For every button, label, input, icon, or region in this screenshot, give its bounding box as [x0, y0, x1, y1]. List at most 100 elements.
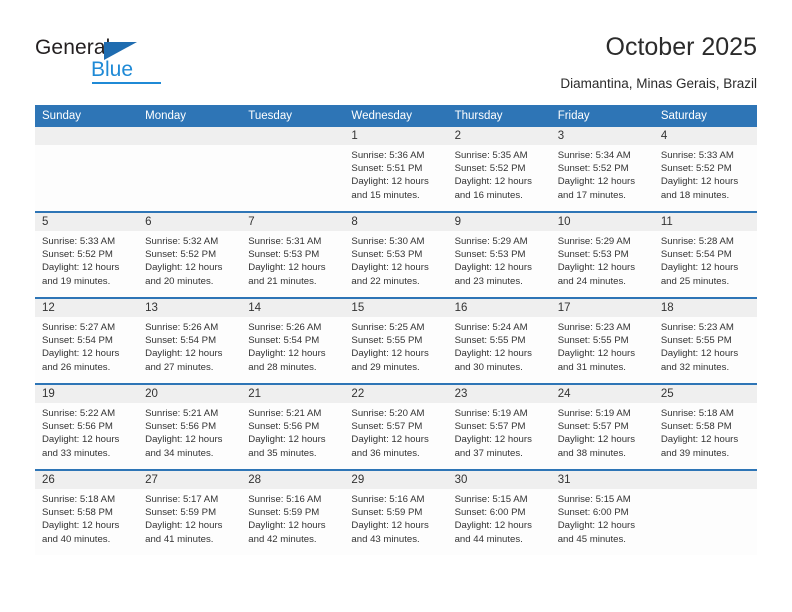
- day-cell[interactable]: 12 Sunrise: 5:27 AM Sunset: 5:54 PM Dayl…: [35, 297, 139, 384]
- day-cell[interactable]: 23 Sunrise: 5:19 AM Sunset: 5:57 PM Dayl…: [447, 383, 551, 470]
- day-info: Sunrise: 5:29 AM Sunset: 5:53 PM Dayligh…: [448, 231, 551, 288]
- day-number: 30: [447, 471, 551, 489]
- daylight-text-2: and 21 minutes.: [248, 275, 317, 287]
- daylight-text-2: and 45 minutes.: [557, 533, 626, 545]
- day-cell[interactable]: 25 Sunrise: 5:18 AM Sunset: 5:58 PM Dayl…: [653, 383, 757, 470]
- day-cell[interactable]: 9 Sunrise: 5:29 AM Sunset: 5:53 PM Dayli…: [447, 211, 551, 298]
- day-cell[interactable]: 17 Sunrise: 5:23 AM Sunset: 5:55 PM Dayl…: [550, 297, 654, 384]
- day-cell[interactable]: 26 Sunrise: 5:18 AM Sunset: 5:58 PM Dayl…: [35, 469, 139, 555]
- day-info: Sunrise: 5:21 AM Sunset: 5:56 PM Dayligh…: [241, 403, 344, 460]
- day-cell[interactable]: 16 Sunrise: 5:24 AM Sunset: 5:55 PM Dayl…: [447, 297, 551, 384]
- day-cell[interactable]: 4 Sunrise: 5:33 AM Sunset: 5:52 PM Dayli…: [653, 127, 757, 212]
- day-number: 2: [447, 127, 551, 145]
- day-cell[interactable]: 28 Sunrise: 5:16 AM Sunset: 5:59 PM Dayl…: [241, 469, 345, 555]
- day-number: 5: [35, 213, 139, 231]
- sunset-text: Sunset: 5:55 PM: [454, 335, 526, 347]
- day-cell[interactable]: 18 Sunrise: 5:23 AM Sunset: 5:55 PM Dayl…: [653, 297, 757, 384]
- sunset-text: Sunset: 6:00 PM: [557, 507, 629, 519]
- logo-general-blue[interactable]: General Blue: [35, 36, 205, 84]
- day-info: Sunrise: 5:16 AM Sunset: 5:59 PM Dayligh…: [241, 489, 344, 546]
- day-cell[interactable]: 14 Sunrise: 5:26 AM Sunset: 5:54 PM Dayl…: [241, 297, 345, 384]
- calendar-week-row: 19 Sunrise: 5:22 AM Sunset: 5:56 PM Dayl…: [35, 383, 757, 470]
- daylight-text-1: Daylight: 12 hours: [248, 520, 326, 532]
- sunset-text: Sunset: 5:52 PM: [557, 163, 629, 175]
- day-cell[interactable]: 2 Sunrise: 5:35 AM Sunset: 5:52 PM Dayli…: [447, 127, 551, 212]
- sunrise-text: Sunrise: 5:29 AM: [557, 236, 631, 247]
- daylight-text-2: and 34 minutes.: [145, 447, 214, 459]
- sunrise-text: Sunrise: 5:35 AM: [454, 150, 528, 161]
- day-number: [138, 127, 242, 145]
- daylight-text-1: Daylight: 12 hours: [557, 348, 636, 360]
- day-number: 23: [447, 385, 551, 403]
- daylight-text-2: and 33 minutes.: [42, 447, 111, 459]
- daylight-text-1: Daylight: 12 hours: [351, 434, 429, 446]
- daylight-text-1: Daylight: 12 hours: [248, 434, 326, 446]
- daylight-text-2: and 40 minutes.: [42, 533, 111, 545]
- daylight-text-1: Daylight: 12 hours: [660, 434, 739, 446]
- sunrise-text: Sunrise: 5:19 AM: [557, 408, 631, 419]
- day-number: 27: [138, 471, 242, 489]
- day-cell[interactable]: 19 Sunrise: 5:22 AM Sunset: 5:56 PM Dayl…: [35, 383, 139, 470]
- day-cell[interactable]: 11 Sunrise: 5:28 AM Sunset: 5:54 PM Dayl…: [653, 211, 757, 298]
- day-number: [653, 471, 757, 489]
- sunrise-text: Sunrise: 5:36 AM: [351, 150, 425, 161]
- daylight-text-1: Daylight: 12 hours: [557, 434, 636, 446]
- day-info: Sunrise: 5:31 AM Sunset: 5:53 PM Dayligh…: [241, 231, 344, 288]
- sunset-text: Sunset: 5:57 PM: [351, 421, 423, 433]
- daylight-text-2: and 22 minutes.: [351, 275, 420, 287]
- day-number: 18: [653, 299, 757, 317]
- sunset-text: Sunset: 5:52 PM: [454, 163, 526, 175]
- day-cell[interactable]: 29 Sunrise: 5:16 AM Sunset: 5:59 PM Dayl…: [344, 469, 448, 555]
- day-cell[interactable]: 10 Sunrise: 5:29 AM Sunset: 5:53 PM Dayl…: [550, 211, 654, 298]
- day-number: [241, 127, 345, 145]
- sunset-text: Sunset: 5:55 PM: [557, 335, 629, 347]
- calendar-body: 1 Sunrise: 5:36 AM Sunset: 5:51 PM Dayli…: [35, 127, 757, 555]
- day-cell[interactable]: 1 Sunrise: 5:36 AM Sunset: 5:51 PM Dayli…: [344, 127, 448, 212]
- day-number: 12: [35, 299, 139, 317]
- day-info: Sunrise: 5:25 AM Sunset: 5:55 PM Dayligh…: [344, 317, 447, 374]
- daylight-text-1: Daylight: 12 hours: [145, 348, 223, 360]
- sunset-text: Sunset: 5:51 PM: [351, 163, 423, 175]
- day-cell[interactable]: 5 Sunrise: 5:33 AM Sunset: 5:52 PM Dayli…: [35, 211, 139, 298]
- daylight-text-1: Daylight: 12 hours: [660, 262, 739, 274]
- day-cell[interactable]: 31 Sunrise: 5:15 AM Sunset: 6:00 PM Dayl…: [550, 469, 654, 555]
- daylight-text-1: Daylight: 12 hours: [351, 262, 429, 274]
- day-cell[interactable]: 30 Sunrise: 5:15 AM Sunset: 6:00 PM Dayl…: [447, 469, 551, 555]
- page-header: General Blue October 2025 Diamantina, Mi…: [0, 0, 792, 100]
- sunset-text: Sunset: 5:54 PM: [42, 335, 113, 347]
- day-cell[interactable]: 15 Sunrise: 5:25 AM Sunset: 5:55 PM Dayl…: [344, 297, 448, 384]
- day-cell[interactable]: 6 Sunrise: 5:32 AM Sunset: 5:52 PM Dayli…: [138, 211, 242, 298]
- day-cell[interactable]: 13 Sunrise: 5:26 AM Sunset: 5:54 PM Dayl…: [138, 297, 242, 384]
- logo-wordmark-blue: Blue: [91, 58, 134, 81]
- day-number: 26: [35, 471, 139, 489]
- day-info: Sunrise: 5:24 AM Sunset: 5:55 PM Dayligh…: [448, 317, 551, 374]
- day-cell[interactable]: 8 Sunrise: 5:30 AM Sunset: 5:53 PM Dayli…: [344, 211, 448, 298]
- day-number: 8: [344, 213, 448, 231]
- daylight-text-1: Daylight: 12 hours: [42, 262, 120, 274]
- day-cell[interactable]: 3 Sunrise: 5:34 AM Sunset: 5:52 PM Dayli…: [550, 127, 654, 212]
- day-cell[interactable]: 21 Sunrise: 5:21 AM Sunset: 5:56 PM Dayl…: [241, 383, 345, 470]
- day-cell-empty: [138, 127, 242, 212]
- sunrise-text: Sunrise: 5:19 AM: [454, 408, 528, 419]
- daylight-text-1: Daylight: 12 hours: [660, 348, 739, 360]
- day-cell[interactable]: 27 Sunrise: 5:17 AM Sunset: 5:59 PM Dayl…: [138, 469, 242, 555]
- sunrise-text: Sunrise: 5:21 AM: [248, 408, 322, 419]
- sunrise-text: Sunrise: 5:34 AM: [557, 150, 631, 161]
- daylight-text-2: and 36 minutes.: [351, 447, 420, 459]
- day-cell[interactable]: 20 Sunrise: 5:21 AM Sunset: 5:56 PM Dayl…: [138, 383, 242, 470]
- daylight-text-2: and 26 minutes.: [42, 361, 111, 373]
- day-number: 20: [138, 385, 242, 403]
- weekday-header-tuesday: Tuesday: [241, 105, 345, 127]
- daylight-text-2: and 32 minutes.: [660, 361, 730, 373]
- day-cell[interactable]: 24 Sunrise: 5:19 AM Sunset: 5:57 PM Dayl…: [550, 383, 654, 470]
- daylight-text-1: Daylight: 12 hours: [557, 520, 636, 532]
- sunrise-text: Sunrise: 5:18 AM: [42, 494, 116, 505]
- daylight-text-1: Daylight: 12 hours: [454, 434, 532, 446]
- daylight-text-1: Daylight: 12 hours: [351, 176, 429, 188]
- day-number: 6: [138, 213, 242, 231]
- sunset-text: Sunset: 5:56 PM: [42, 421, 113, 433]
- day-cell[interactable]: 7 Sunrise: 5:31 AM Sunset: 5:53 PM Dayli…: [241, 211, 345, 298]
- sunrise-text: Sunrise: 5:33 AM: [42, 236, 116, 247]
- day-number: 4: [653, 127, 757, 145]
- day-cell[interactable]: 22 Sunrise: 5:20 AM Sunset: 5:57 PM Dayl…: [344, 383, 448, 470]
